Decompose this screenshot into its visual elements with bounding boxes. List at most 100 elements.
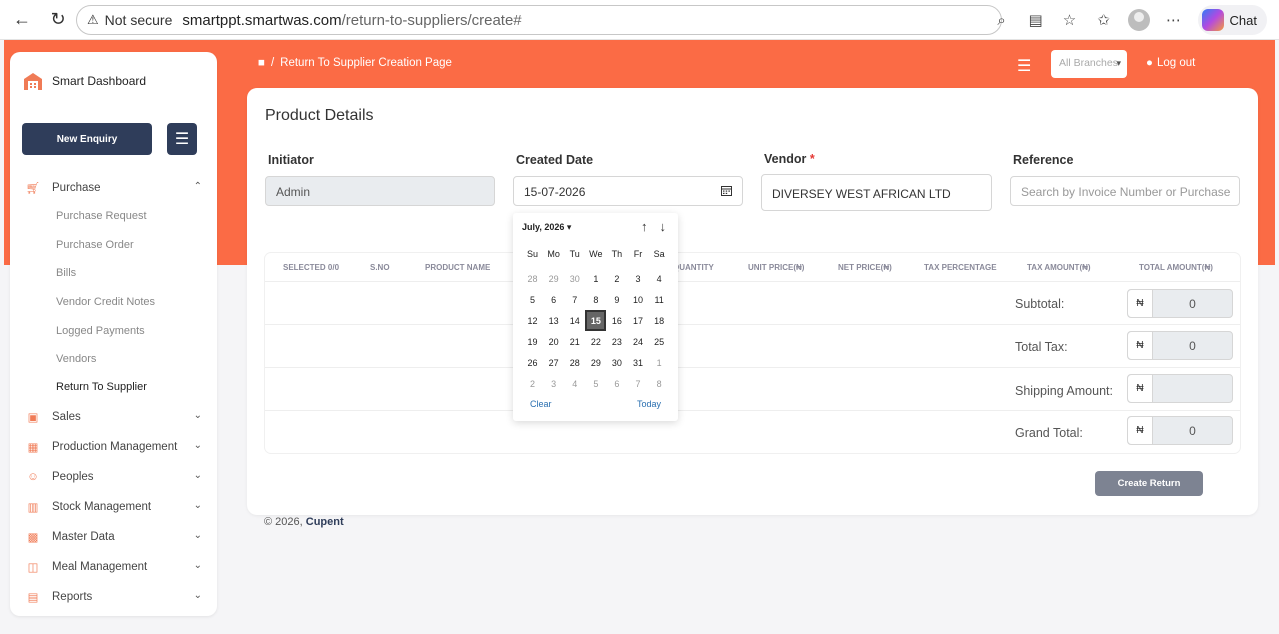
chevron-down-icon: ⌄ bbox=[193, 590, 202, 601]
calendar-day[interactable]: 7 bbox=[564, 289, 585, 310]
calendar-day[interactable]: 8 bbox=[649, 373, 670, 394]
breadcrumb-current: Return To Supplier Creation Page bbox=[280, 57, 452, 69]
chat-label: Chat bbox=[1229, 12, 1257, 28]
profile-avatar[interactable] bbox=[1127, 9, 1150, 31]
initiator-field[interactable]: Admin bbox=[265, 176, 495, 206]
sidebar-item-stock[interactable]: ▥ Stock Management ⌄ bbox=[26, 496, 202, 518]
calendar-day[interactable]: 14 bbox=[564, 310, 585, 331]
calendar-day[interactable]: 2 bbox=[522, 373, 543, 394]
sidebar-item-purchase[interactable]: 🛒︎ Purchase ⌃ bbox=[26, 177, 202, 199]
calendar-day[interactable]: 25 bbox=[649, 331, 670, 352]
sidebar-sub-return-to-supplier[interactable]: Return To Supplier bbox=[56, 381, 147, 393]
brand[interactable]: Smart Dashboard bbox=[22, 70, 146, 92]
sidebar-item-peoples[interactable]: ☺ Peoples ⌄ bbox=[26, 466, 202, 488]
calendar-day[interactable]: 1 bbox=[585, 268, 606, 289]
header-menu-icon[interactable]: ☰ bbox=[1017, 56, 1031, 76]
zoom-icon[interactable]: ⌕ bbox=[992, 10, 1012, 30]
calendar-day[interactable]: 29 bbox=[543, 268, 564, 289]
sidebar-sub-purchase-request[interactable]: Purchase Request bbox=[56, 210, 147, 222]
breadcrumb-separator: / bbox=[270, 57, 275, 69]
sidebar-item-meal[interactable]: ◫ Meal Management ⌄ bbox=[26, 556, 202, 578]
calendar-day[interactable]: 10 bbox=[627, 289, 648, 310]
calendar-day[interactable]: 8 bbox=[585, 289, 606, 310]
calendar-day[interactable]: 3 bbox=[543, 373, 564, 394]
calendar-day[interactable]: 20 bbox=[543, 331, 564, 352]
col-unit-price: UNIT PRICE(₦) bbox=[748, 263, 805, 272]
company-name[interactable]: Cupent bbox=[306, 516, 344, 528]
calendar-day[interactable]: 31 bbox=[627, 352, 648, 373]
chat-button[interactable]: Chat bbox=[1197, 5, 1267, 35]
url-path: /return-to-suppliers/create# bbox=[341, 11, 522, 29]
calendar-day[interactable]: 7 bbox=[627, 373, 648, 394]
branch-select[interactable]: All Branches ▾ bbox=[1051, 50, 1127, 78]
sidebar-item-production[interactable]: ▦ Production Management ⌄ bbox=[26, 436, 202, 458]
calendar-icon[interactable] bbox=[721, 185, 732, 196]
calendar-day[interactable]: 26 bbox=[522, 352, 543, 373]
calendar-day[interactable]: 27 bbox=[543, 352, 564, 373]
day-grid: 28 29 30 1 2 3 4 5 6 7 8 9 10 11 12 13 14 15 16 17 18 19 20 21 2… bbox=[522, 268, 670, 394]
sidebar-item-label: Reports bbox=[52, 591, 93, 603]
new-enquiry-button[interactable]: New Enquiry bbox=[22, 123, 152, 155]
shipping-amount-input[interactable]: ₦ bbox=[1127, 374, 1233, 403]
calendar-day[interactable]: 29 bbox=[585, 352, 606, 373]
calendar-day[interactable]: 5 bbox=[585, 373, 606, 394]
calendar-day[interactable]: 23 bbox=[606, 331, 627, 352]
calendar-day[interactable]: 12 bbox=[522, 310, 543, 331]
calendar-day[interactable]: 13 bbox=[543, 310, 564, 331]
reader-icon[interactable]: ▤ bbox=[1026, 10, 1046, 30]
sidebar-sub-bills[interactable]: Bills bbox=[56, 267, 76, 279]
warehouse-icon: ▥ bbox=[27, 502, 39, 514]
sidebar-sub-vendor-credit-notes[interactable]: Vendor Credit Notes bbox=[56, 296, 155, 308]
arrow-up-icon[interactable]: ↑ bbox=[641, 219, 648, 234]
calendar-day[interactable]: 4 bbox=[649, 268, 670, 289]
col-sno: S.NO bbox=[370, 263, 390, 272]
calendar-day[interactable]: 19 bbox=[522, 331, 543, 352]
calendar-day[interactable]: 6 bbox=[543, 289, 564, 310]
address-bar[interactable]: ⚠ Not secure smartppt.smartwas.com /retu… bbox=[76, 5, 1002, 35]
sidebar-menu-button[interactable]: ☰ bbox=[167, 123, 197, 155]
calendar-day[interactable]: 3 bbox=[627, 268, 648, 289]
sidebar-item-sales[interactable]: ▣ Sales ⌄ bbox=[26, 406, 202, 428]
home-icon[interactable]: ■ bbox=[258, 57, 265, 69]
logout-link[interactable]: ● Log out bbox=[1146, 57, 1195, 69]
vendor-field[interactable]: DIVERSEY WEST AFRICAN LTD bbox=[761, 174, 992, 211]
calendar-day[interactable]: 28 bbox=[522, 268, 543, 289]
month-selector[interactable]: July, 2026 ▾ bbox=[522, 222, 571, 233]
calendar-day[interactable]: 28 bbox=[564, 352, 585, 373]
calendar-day[interactable]: 5 bbox=[522, 289, 543, 310]
back-icon[interactable]: ← bbox=[12, 9, 32, 30]
created-date-field[interactable]: 15-07-2026 bbox=[513, 176, 743, 206]
sidebar-sub-logged-payments[interactable]: Logged Payments bbox=[56, 325, 145, 337]
selected-day[interactable]: 15 bbox=[585, 310, 607, 331]
database-icon: ▩ bbox=[27, 532, 39, 544]
calendar-day[interactable]: 30 bbox=[606, 352, 627, 373]
sidebar-sub-vendors[interactable]: Vendors bbox=[56, 353, 96, 365]
calendar-day[interactable]: 21 bbox=[564, 331, 585, 352]
calendar-day[interactable]: 4 bbox=[564, 373, 585, 394]
calendar-day[interactable]: 11 bbox=[649, 289, 670, 310]
sidebar-item-reports[interactable]: ▤ Reports ⌄ bbox=[26, 586, 202, 608]
clear-button[interactable]: Clear bbox=[530, 399, 552, 409]
today-button[interactable]: Today bbox=[637, 399, 661, 409]
calendar-day[interactable]: 30 bbox=[564, 268, 585, 289]
breadcrumb: ■ / Return To Supplier Creation Page bbox=[258, 57, 452, 69]
calendar-day[interactable]: 17 bbox=[627, 310, 648, 331]
sidebar-sub-purchase-order[interactable]: Purchase Order bbox=[56, 239, 134, 251]
calendar-day[interactable]: 16 bbox=[606, 310, 627, 331]
calendar-day[interactable]: 1 bbox=[649, 352, 670, 373]
calendar-day[interactable]: 18 bbox=[649, 310, 670, 331]
create-return-button[interactable]: Create Return bbox=[1095, 471, 1203, 496]
favorite-icon[interactable]: ☆ bbox=[1060, 10, 1080, 30]
calendar-day[interactable]: 24 bbox=[627, 331, 648, 352]
reload-icon[interactable]: ↻ bbox=[48, 9, 68, 30]
calendar-day[interactable]: 9 bbox=[606, 289, 627, 310]
sidebar-item-master-data[interactable]: ▩ Master Data ⌄ bbox=[26, 526, 202, 548]
reference-input[interactable]: Search by Invoice Number or Purchase bbox=[1010, 176, 1240, 206]
chevron-down-icon: ▾ bbox=[1116, 58, 1121, 68]
calendar-day[interactable]: 2 bbox=[606, 268, 627, 289]
favorites-bar-icon[interactable]: ✩ bbox=[1094, 10, 1114, 30]
arrow-down-icon[interactable]: ↓ bbox=[660, 219, 667, 234]
calendar-day[interactable]: 6 bbox=[606, 373, 627, 394]
calendar-day[interactable]: 22 bbox=[585, 331, 606, 352]
more-icon[interactable]: ⋯ bbox=[1164, 10, 1184, 30]
